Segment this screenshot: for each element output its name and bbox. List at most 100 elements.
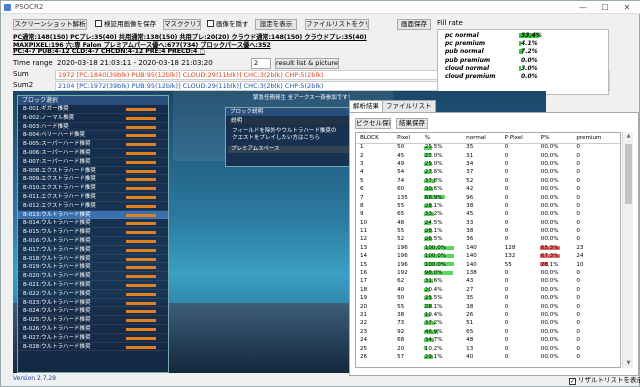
table-row[interactable]: 16 192 98.0% 138 0 00.0% 0	[356, 269, 620, 277]
scroll-up-icon[interactable]: ▲	[623, 132, 634, 141]
pixel-save-button[interactable]: ピクセル保存	[355, 118, 391, 129]
table-row[interactable]: 6 60 30.6% 42 0 00.0% 0	[356, 185, 620, 193]
block-list-item[interactable]: B-006:スーパーハード推奨	[18, 149, 168, 158]
block-list-item[interactable]: B-016:ウルトラハード推奨	[18, 237, 168, 246]
block-list-item[interactable]: B-004:ベリーハード推奨	[18, 131, 168, 141]
table-row[interactable]: 22 73 37.2% 51 0 00.0% 0	[356, 319, 620, 327]
block-list-item[interactable]: B-001:ギガー推奨	[18, 105, 168, 114]
table-row[interactable]: 26 57 29.1% 40 0 00.0% 0	[356, 353, 620, 361]
block-list-item[interactable]: B-011:エクストラハード推奨	[18, 193, 168, 202]
table-row[interactable]: 13 196 100.0% 140 128 65.3% 23	[356, 244, 620, 252]
column-header[interactable]: %	[420, 133, 463, 144]
table-row[interactable]: 25 20 10.2% 13 0 00.0% 0	[356, 344, 620, 352]
column-header[interactable]: normal	[462, 133, 501, 144]
block-list-item[interactable]: B-012:エクストラハード推奨	[18, 202, 168, 211]
block-list-item[interactable]: B-007:スーパーハード推奨	[18, 158, 168, 167]
block-list-item[interactable]: B-018:ウルトラハード推奨	[18, 255, 168, 264]
clear-filelist-button[interactable]: ファイルリストをクリア	[305, 19, 369, 30]
block-load-bar	[126, 178, 156, 182]
table-row[interactable]: 20 55 28.1% 38 0 00.0% 0	[356, 302, 620, 310]
cell-text: 00.0%	[540, 160, 559, 167]
result-save-button[interactable]: 結果保存	[396, 118, 428, 129]
block-list-item[interactable]: B-021:ウルトラハード推奨	[18, 281, 168, 290]
table-row[interactable]: 15 196 100.0% 140 55 28.1% 10	[356, 260, 620, 268]
scrollbar-thumb[interactable]	[625, 144, 632, 204]
block-list-item[interactable]: B-023:ウルトラハード推奨	[18, 299, 168, 308]
save-screen-button[interactable]: 画面保存	[397, 19, 431, 30]
table-row[interactable]: 12 52 26.5% 36 0 00.0% 0	[356, 235, 620, 243]
hide-image-checkbox[interactable]: 画像を隠す	[207, 19, 249, 30]
block-list-item[interactable]: B-009:エクストラハード推奨	[18, 175, 168, 185]
table-cell: 0	[572, 143, 620, 151]
block-list-item[interactable]: B-003:ハード推奨	[18, 123, 168, 132]
block-list-item[interactable]: B-020:ウルトラハード推奨	[18, 272, 168, 281]
table-row[interactable]: 21 38 19.4% 26 0 00.0% 0	[356, 311, 620, 319]
result-grid-scrollbar[interactable]: ▲ ▼	[622, 132, 633, 368]
table-row[interactable]: 23 92 46.9% 65 0 00.0% 0	[356, 328, 620, 336]
scroll-down-icon[interactable]: ▼	[623, 359, 634, 368]
table-cell: 52	[462, 177, 501, 185]
block-list-item[interactable]: B-024:ウルトラハード推奨	[18, 307, 168, 317]
block-list-item[interactable]: B-008:エクストラハード推奨	[18, 167, 168, 176]
block-list-item[interactable]: B-026:ウルトラハード推奨	[18, 325, 168, 334]
table-cell: 62	[393, 277, 421, 285]
block-list-item[interactable]: B-027:ウルトラハード推奨	[18, 334, 168, 343]
result-grid[interactable]: BLOCK Pixel% normal P Pixel P% premium 1 50 25.…	[355, 132, 621, 368]
table-row[interactable]: 11 55 28.1% 38 0 00.0% 0	[356, 227, 620, 235]
result-list-picture-button[interactable]: result list & picture	[275, 58, 339, 69]
tab-file-list[interactable]: ファイルリスト	[382, 100, 436, 112]
table-cell: 0	[501, 336, 537, 344]
cell-text: 0	[576, 160, 580, 167]
table-row[interactable]: 1 50 25.5% 35 0 00.0% 0	[356, 143, 620, 151]
column-header[interactable]: P Pixel	[500, 133, 537, 144]
column-header[interactable]: BLOCK	[356, 133, 394, 144]
cell-text: 00.0%	[540, 144, 559, 151]
block-list-item[interactable]: B-014:ウルトラハード推奨	[18, 219, 168, 229]
column-header[interactable]: Pixel	[393, 133, 421, 144]
table-row[interactable]: 2 45 23.0% 31 0 00.0% 0	[356, 151, 620, 159]
table-row[interactable]: 8 55 28.1% 38 0 00.0% 0	[356, 202, 620, 210]
block-list-item[interactable]: B-013:ウルトラハード推奨	[18, 210, 168, 220]
block-list-item[interactable]: B-028:ウルトラハード推奨	[18, 343, 168, 352]
cell-text: 00.0%	[540, 286, 559, 293]
show-result-list-checkbox[interactable]: ✓ リザルトリストを表示	[569, 375, 640, 386]
cell-text: 10.2%	[424, 345, 443, 352]
save-verified-checkbox[interactable]: 検証用画像を保存	[95, 19, 156, 30]
column-header[interactable]: premium	[572, 133, 620, 144]
block-list-item[interactable]: B-015:ウルトラハード推奨	[18, 228, 168, 237]
table-row[interactable]: 9 65 33.2% 45 0 00.0% 0	[356, 210, 620, 218]
block-list-item[interactable]: B-019:ウルトラハード推奨	[18, 263, 168, 273]
block-list-item[interactable]: B-002:ノーマル推奨	[18, 114, 168, 123]
table-row[interactable]: 3 49 25.0% 34 0 00.0% 0	[356, 160, 620, 168]
maximize-button[interactable]: ☐	[597, 2, 613, 13]
mask-clear-button[interactable]: マスククリア	[163, 19, 201, 30]
block-list-item[interactable]: B-017:ウルトラハード推奨	[18, 246, 168, 255]
column-header[interactable]: P%	[536, 133, 573, 144]
minimize-button[interactable]: —	[575, 2, 591, 13]
cell-text: 27.6%	[424, 169, 443, 176]
block-list-item[interactable]: B-025:ウルトラハード推奨	[18, 316, 168, 325]
cell-text: 45	[466, 211, 474, 218]
close-button[interactable]: ✕	[619, 2, 635, 13]
screenshot-analyze-button[interactable]: スクリーンショット解析	[13, 19, 87, 30]
table-row[interactable]: 14 196 100.0% 140 132 67.3% 24	[356, 252, 620, 260]
block-list-item[interactable]: B-022:ウルトラハード推奨	[18, 290, 168, 299]
block-list-item[interactable]: B-010:エクストラハード推奨	[18, 184, 168, 193]
table-row[interactable]: 7 135 68.9% 96 0 00.0% 0	[356, 193, 620, 201]
table-cell: 27	[462, 286, 501, 294]
table-row[interactable]: 10 48 24.5% 33 0 00.0% 0	[356, 219, 620, 227]
block-list-item[interactable]: B-005:スーパーハード推奨	[18, 140, 168, 149]
table-row[interactable]: 24 68 34.7% 48 0 00.0% 0	[356, 336, 620, 344]
result-count-input[interactable]: 2	[251, 58, 271, 69]
table-row[interactable]: 18 40 20.4% 27 0 00.0% 0	[356, 286, 620, 294]
table-cell: 5	[356, 177, 393, 185]
show-settings-button[interactable]: 設定を表示	[255, 19, 297, 30]
table-cell: 0	[572, 353, 620, 361]
cell-text: 28.1%	[540, 261, 559, 268]
table-row[interactable]: 17 62 31.6% 43 0 00.0% 0	[356, 277, 620, 285]
table-row[interactable]: 5 74 37.8% 52 0 00.0% 0	[356, 177, 620, 185]
fill-rate-value: 0.0%	[519, 57, 579, 64]
cell-text: 0	[504, 278, 509, 285]
table-row[interactable]: 19 50 25.5% 35 0 00.0% 0	[356, 294, 620, 302]
table-row[interactable]: 4 54 27.6% 37 0 00.0% 0	[356, 168, 620, 176]
